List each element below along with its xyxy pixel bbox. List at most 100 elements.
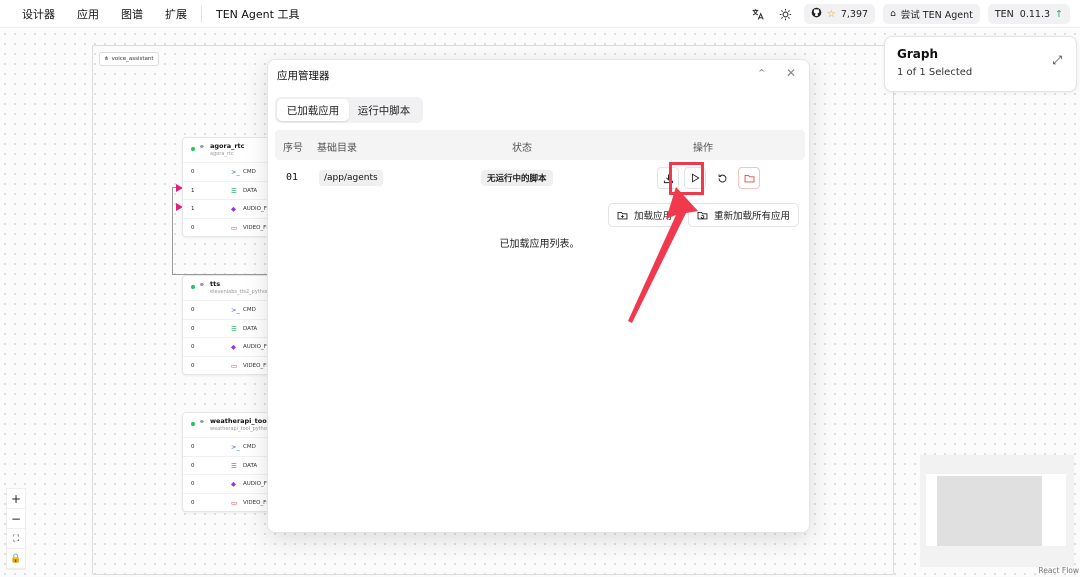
- port-count: 1: [191, 206, 195, 212]
- tab-running-scripts[interactable]: 运行中脚本: [349, 99, 419, 121]
- collapse-chevron-icon[interactable]: ⌃: [757, 67, 766, 80]
- edge-connector: [172, 257, 268, 275]
- link-icon: ⚭: [199, 418, 205, 426]
- graph-node-icon: ⋔: [104, 56, 109, 62]
- try-ten-agent-button[interactable]: ⌂ 尝试 TEN Agent: [883, 4, 980, 24]
- terminal-icon: >_: [231, 443, 240, 451]
- version-label: TEN 0.11.3: [994, 8, 1051, 20]
- node-subtitle: weatherapi_tool_python: [210, 426, 271, 432]
- open-folder-button[interactable]: [738, 167, 760, 189]
- reload-icon: [718, 173, 726, 182]
- reload-app-button[interactable]: [711, 167, 733, 189]
- video-icon: ▭: [231, 498, 238, 507]
- robot-icon: ⌂: [890, 9, 896, 19]
- port-label: DATA: [243, 325, 258, 332]
- zoom-out-icon[interactable]: −: [7, 509, 25, 529]
- annotation-arrow-icon: [628, 187, 698, 323]
- port-label: DATA: [243, 462, 258, 469]
- row-index: 01: [286, 172, 299, 183]
- status-dot: [191, 422, 195, 426]
- audio-wave-icon: ◆: [231, 205, 236, 213]
- link-icon: ⚭: [199, 143, 205, 151]
- status-dot: [191, 147, 195, 151]
- graph-info-panel: Graph 1 of 1 Selected ⤢: [884, 36, 1077, 92]
- menu-graph[interactable]: 图谱: [121, 6, 143, 22]
- audio-wave-icon: ◆: [231, 480, 236, 488]
- menu-divider: [201, 5, 202, 22]
- port-count: 0: [191, 481, 195, 487]
- port-count: 0: [191, 499, 195, 506]
- terminal-icon: >_: [231, 306, 240, 314]
- port-label: CMD: [243, 307, 256, 313]
- database-icon: ☰: [231, 461, 237, 470]
- zoom-controls: + − ⛶ 🔒: [6, 488, 26, 570]
- tab-bar: 已加载应用 运行中脚本: [275, 97, 423, 123]
- audio-wave-icon: ◆: [231, 343, 236, 351]
- port-count: 0: [191, 169, 195, 175]
- node-subtitle: agora_rtc: [210, 151, 234, 157]
- menu-extension[interactable]: 扩展: [165, 6, 187, 22]
- base-dir-badge: /app/agents: [319, 170, 383, 186]
- column-header: 序号: [283, 143, 303, 154]
- close-icon[interactable]: ✕: [786, 66, 796, 80]
- dialog-title: 应用管理器: [277, 70, 330, 82]
- column-header: 操作: [693, 143, 713, 154]
- node-title: agora_rtc: [210, 142, 245, 150]
- port-count: 0: [191, 307, 195, 313]
- topbar-right-tools: ☆ 7,397 ⌂ 尝试 TEN Agent TEN 0.11.3 ↑: [748, 4, 1070, 24]
- minimap-viewport[interactable]: [937, 476, 1042, 546]
- port-label: CMD: [243, 444, 256, 450]
- table-header: 序号 基础目录 状态 操作: [275, 130, 805, 160]
- group-tag-label: voice_assistant: [111, 56, 154, 62]
- github-star-count: 7,397: [840, 8, 869, 20]
- status-dot: [191, 285, 195, 289]
- column-header: 基础目录: [317, 143, 357, 154]
- port-count: 0: [191, 325, 195, 332]
- star-icon: ☆: [826, 8, 836, 20]
- port-label: DATA: [243, 187, 258, 194]
- database-icon: ☰: [231, 186, 237, 195]
- translate-icon[interactable]: [748, 4, 768, 24]
- node-subtitle: elevenlabs_tts2_python: [210, 289, 270, 295]
- arrow-up-icon: ↑: [1055, 8, 1063, 20]
- github-icon: [811, 7, 822, 21]
- tab-loaded-apps[interactable]: 已加载应用: [277, 99, 349, 121]
- group-tag[interactable]: ⋔ voice_assistant: [99, 52, 159, 66]
- folder-icon: [744, 174, 754, 182]
- port-count: 0: [191, 444, 195, 450]
- node-title: tts: [210, 280, 221, 288]
- terminal-icon: >_: [231, 168, 240, 176]
- port-label: CMD: [243, 169, 256, 175]
- status-badge: 无运行中的脚本: [481, 170, 553, 186]
- app-manager-dialog: 应用管理器 ⌃ ✕ 已加载应用 运行中脚本 序号 基础目录 状态 操作 01 /…: [267, 59, 810, 533]
- expand-icon[interactable]: ⤢: [1052, 53, 1062, 68]
- zoom-in-icon[interactable]: +: [7, 489, 25, 509]
- lock-icon[interactable]: 🔒: [7, 549, 25, 569]
- theme-sun-icon[interactable]: [776, 4, 796, 24]
- port-count: 0: [191, 462, 195, 469]
- menu-ten-agent-tools[interactable]: TEN Agent 工具: [216, 6, 299, 22]
- video-icon: ▭: [231, 361, 238, 370]
- video-icon: ▭: [231, 223, 238, 232]
- github-stars-button[interactable]: ☆ 7,397: [803, 4, 876, 24]
- table-row: 01 /app/agents 无运行中的脚本: [275, 164, 805, 194]
- graph-panel-title: Graph: [897, 47, 938, 61]
- column-header: 状态: [512, 143, 532, 154]
- port-count: 0: [191, 362, 195, 369]
- fit-view-icon[interactable]: ⛶: [7, 529, 25, 549]
- graph-panel-subtitle: 1 of 1 Selected: [897, 67, 973, 78]
- port-count: 0: [191, 344, 195, 350]
- port-count: 0: [191, 224, 195, 231]
- reload-all-apps-button[interactable]: 重新加载所有应用: [688, 203, 800, 227]
- version-badge[interactable]: TEN 0.11.3 ↑: [987, 4, 1070, 24]
- try-ten-agent-label: 尝试 TEN Agent: [900, 10, 973, 21]
- menu-app[interactable]: 应用: [77, 6, 99, 22]
- reload-all-label: 重新加载所有应用: [714, 211, 791, 222]
- link-icon: ⚭: [199, 281, 205, 289]
- top-menu-bar: 设计器 应用 图谱 扩展 TEN Agent 工具 ☆ 7,397 ⌂ 尝试 T…: [0, 0, 1080, 28]
- port-count: 1: [191, 187, 195, 194]
- table-caption: 已加载应用列表。: [499, 239, 580, 250]
- database-icon: ☰: [231, 324, 237, 333]
- menu-designer[interactable]: 设计器: [22, 6, 55, 22]
- react-flow-attribution[interactable]: React Flow: [1038, 566, 1079, 575]
